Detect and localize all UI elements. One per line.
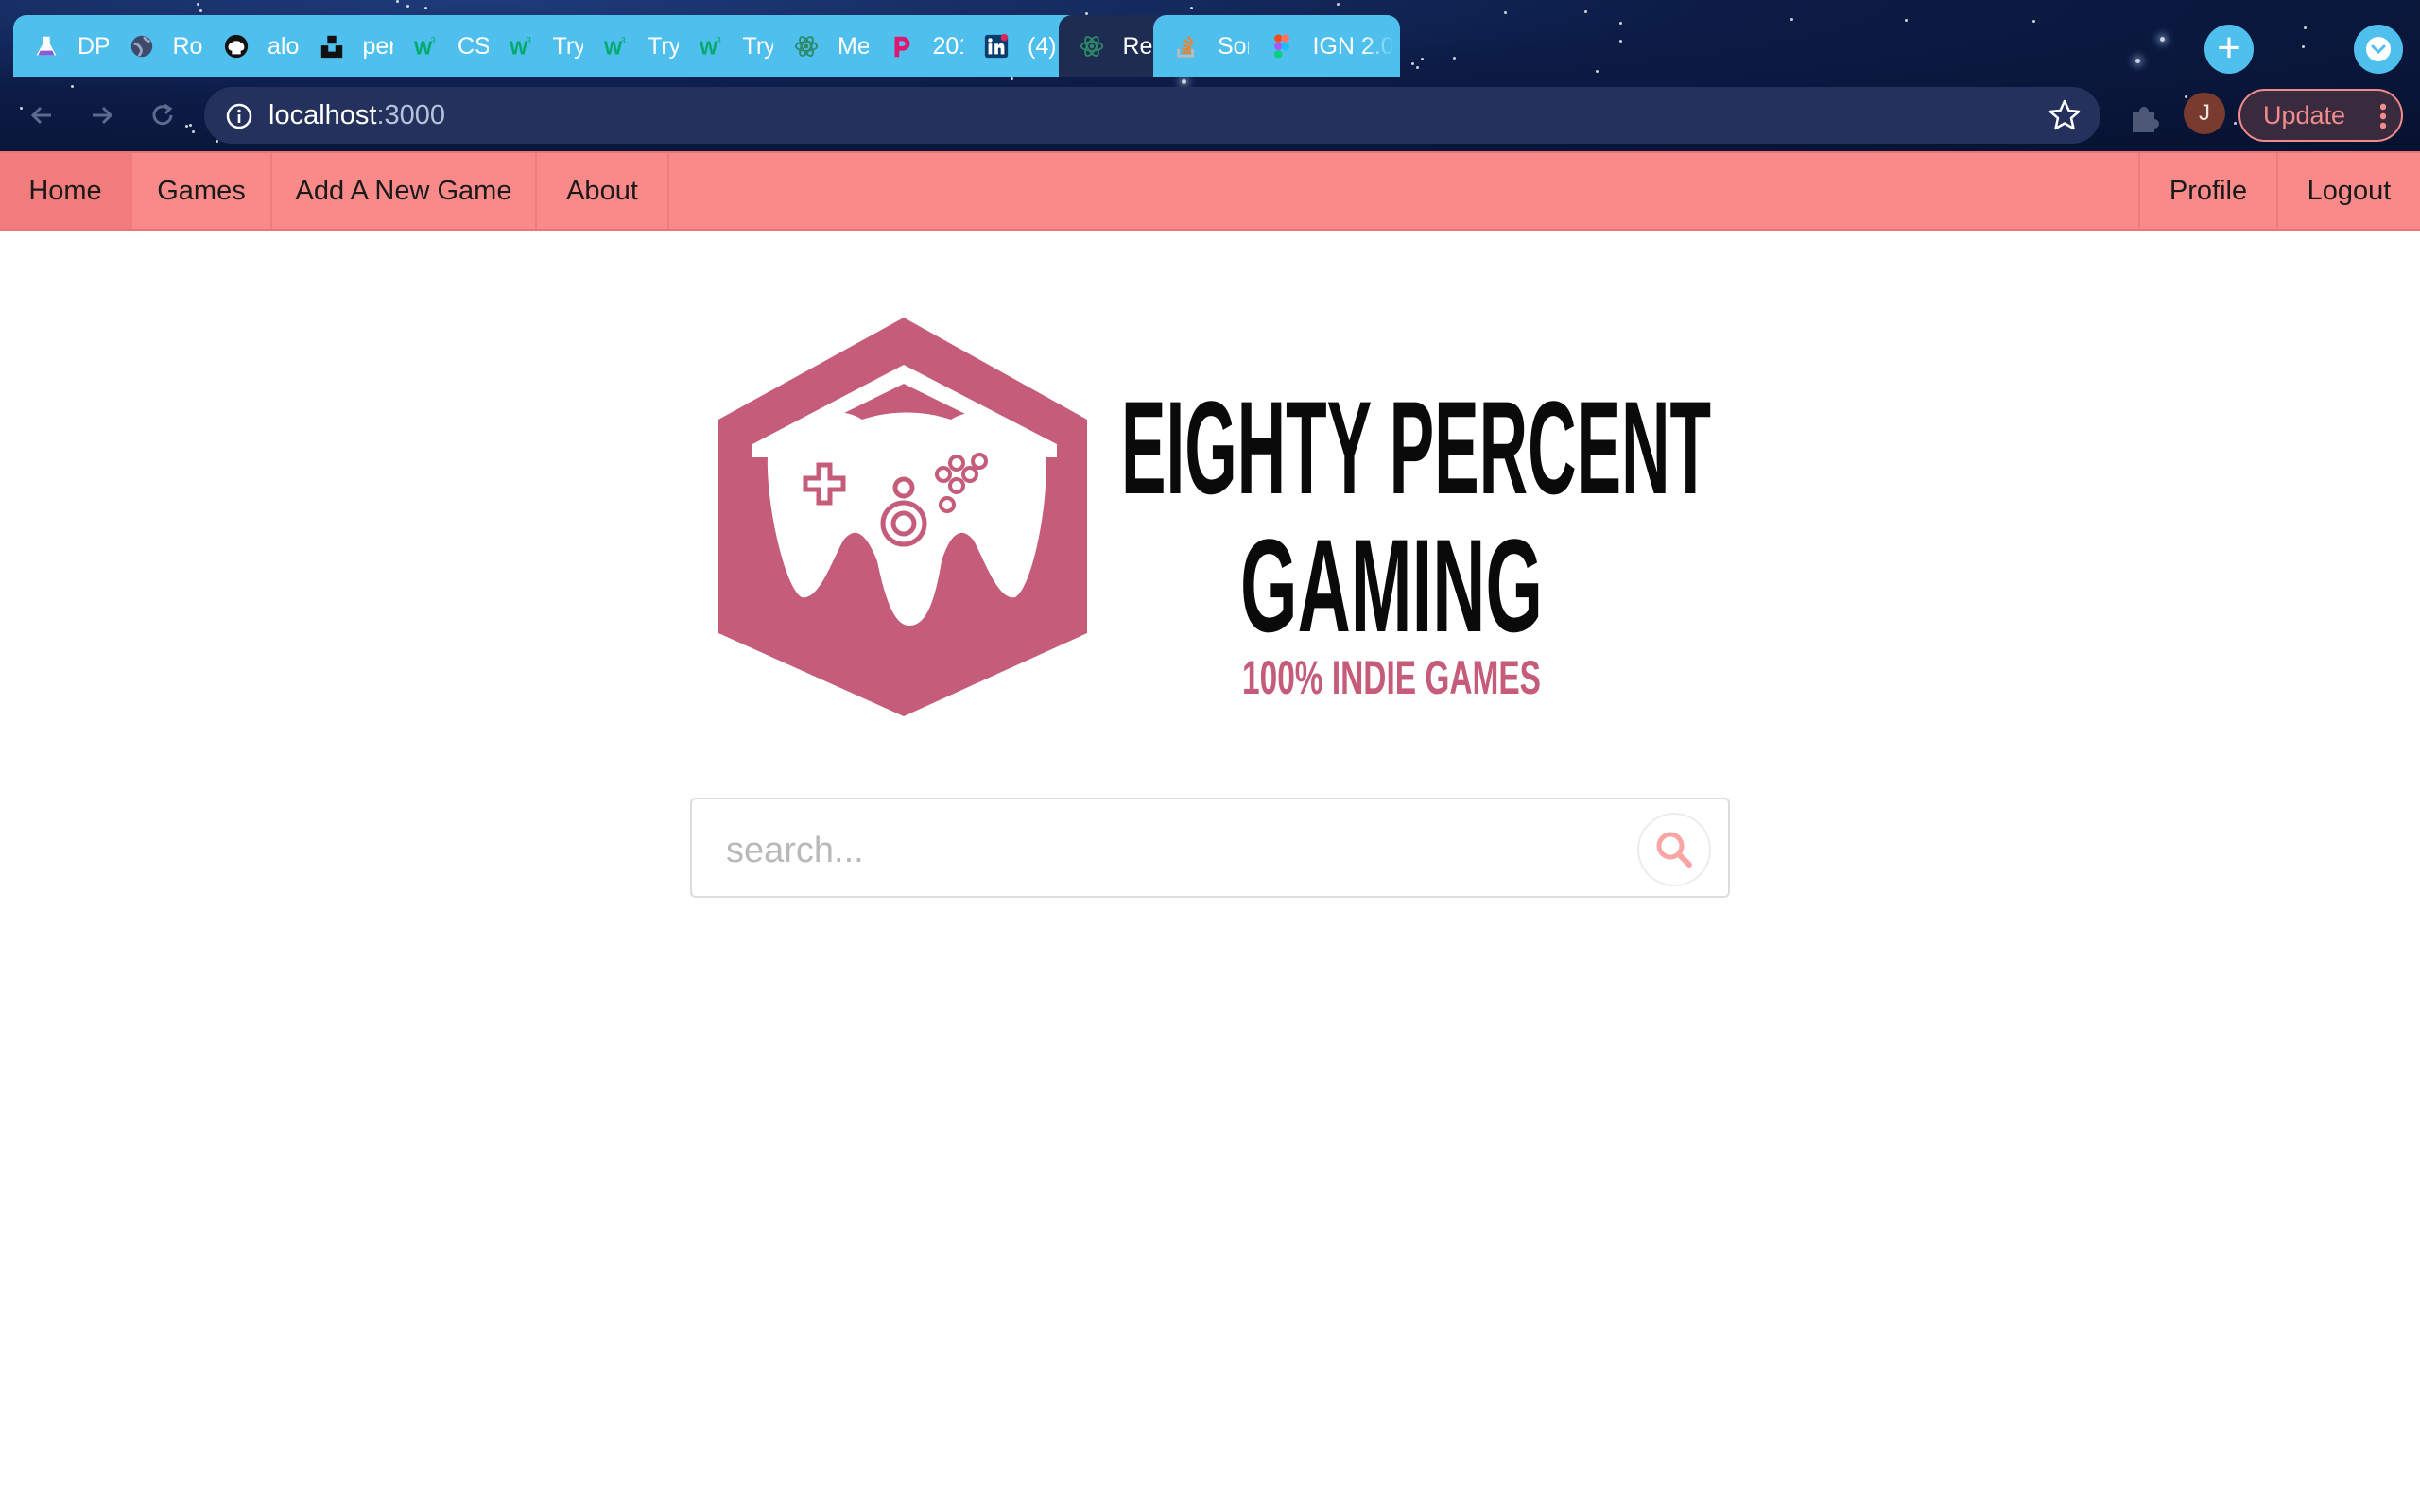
figma-icon — [1268, 32, 1296, 60]
address-bar[interactable]: localhost:3000 — [204, 87, 2100, 144]
star — [1584, 10, 1587, 13]
tab-strip: DPI✕Routesalot.. ofpersonW3CSS GrW3Tryit… — [13, 15, 2301, 79]
github-icon — [222, 32, 251, 60]
stackoverflow-icon — [1172, 32, 1201, 60]
menu-kebab-icon — [2380, 102, 2386, 130]
search-icon — [1656, 832, 1692, 868]
reload-icon — [152, 103, 173, 126]
game-search-bar — [690, 798, 1730, 898]
browser-chrome: DPI✕Routesalot.. ofpersonW3CSS GrW3Tryit… — [0, 0, 2420, 151]
search-button[interactable] — [1637, 813, 1711, 886]
star — [197, 3, 199, 6]
update-label: Update — [2263, 100, 2346, 129]
profile-avatar[interactable]: J — [2184, 93, 2225, 134]
nav-home[interactable]: Home — [0, 153, 132, 229]
svg-text:3: 3 — [431, 35, 436, 44]
info-icon — [226, 103, 252, 129]
main-navbar: Home Games Add A New Game About Profile … — [0, 151, 2420, 231]
w3schools-icon: W3 — [698, 32, 726, 60]
logo-line2: GAMING — [1240, 511, 1543, 660]
url-port: :3000 — [376, 100, 446, 130]
star — [424, 7, 427, 9]
browser-toolbar: localhost:3000 J Update — [0, 79, 2420, 151]
star — [199, 9, 202, 12]
back-arrow-icon — [30, 106, 51, 125]
w3schools-icon: W3 — [602, 32, 631, 60]
flask-icon — [32, 32, 60, 60]
star — [1337, 3, 1340, 6]
svg-text:3: 3 — [621, 35, 626, 44]
logo-line1: EIGHTY PERCENT — [1121, 373, 1711, 522]
react-icon — [792, 32, 821, 60]
reload-button[interactable] — [140, 93, 185, 138]
url-host: localhost — [268, 100, 377, 130]
star — [1504, 11, 1507, 14]
tab-search-button[interactable] — [2354, 25, 2403, 74]
nav-add-new-game[interactable]: Add A New Game — [272, 153, 537, 229]
unsplash-icon — [318, 32, 346, 60]
nav-logout[interactable]: Logout — [2276, 153, 2420, 229]
logo-tagline: 100% INDIE GAMES — [1242, 651, 1541, 704]
star — [2302, 45, 2305, 48]
bookmark-star-icon[interactable] — [2046, 96, 2083, 134]
star — [396, 0, 399, 3]
new-tab-button[interactable]: + — [2204, 25, 2254, 74]
star — [2304, 26, 2307, 29]
nav-about[interactable]: About — [537, 153, 669, 229]
star — [406, 5, 409, 8]
browser-tab[interactable]: IGN 2.0 — [1248, 15, 1400, 77]
linkedin-icon — [982, 32, 1011, 60]
forward-button[interactable] — [79, 93, 125, 138]
react-icon — [1078, 32, 1106, 60]
forward-arrow-icon — [93, 106, 113, 125]
nav-profile[interactable]: Profile — [2138, 153, 2276, 229]
url-text: localhost:3000 — [268, 100, 445, 131]
update-button[interactable]: Update — [2238, 89, 2403, 142]
extensions-puzzle-icon[interactable] — [2125, 98, 2163, 136]
svg-text:3: 3 — [716, 35, 720, 44]
eighty-percent-gaming-logo: EIGHTY PERCENT GAMING 100% INDIE GAMES — [718, 318, 1711, 716]
chevron-down-icon — [2366, 37, 2391, 61]
globe-icon — [128, 32, 156, 60]
controller-hexagon-emblem — [718, 318, 1087, 716]
star — [1190, 7, 1193, 9]
svg-text:3: 3 — [526, 35, 530, 44]
w3schools-icon: W3 — [412, 32, 441, 60]
back-button[interactable] — [19, 93, 64, 138]
tab-title: IGN 2.0 — [1312, 32, 1394, 60]
nav-games[interactable]: Games — [132, 153, 272, 229]
picsart-icon — [888, 32, 916, 60]
search-input[interactable] — [726, 824, 1577, 877]
w3schools-icon: W3 — [508, 32, 536, 60]
